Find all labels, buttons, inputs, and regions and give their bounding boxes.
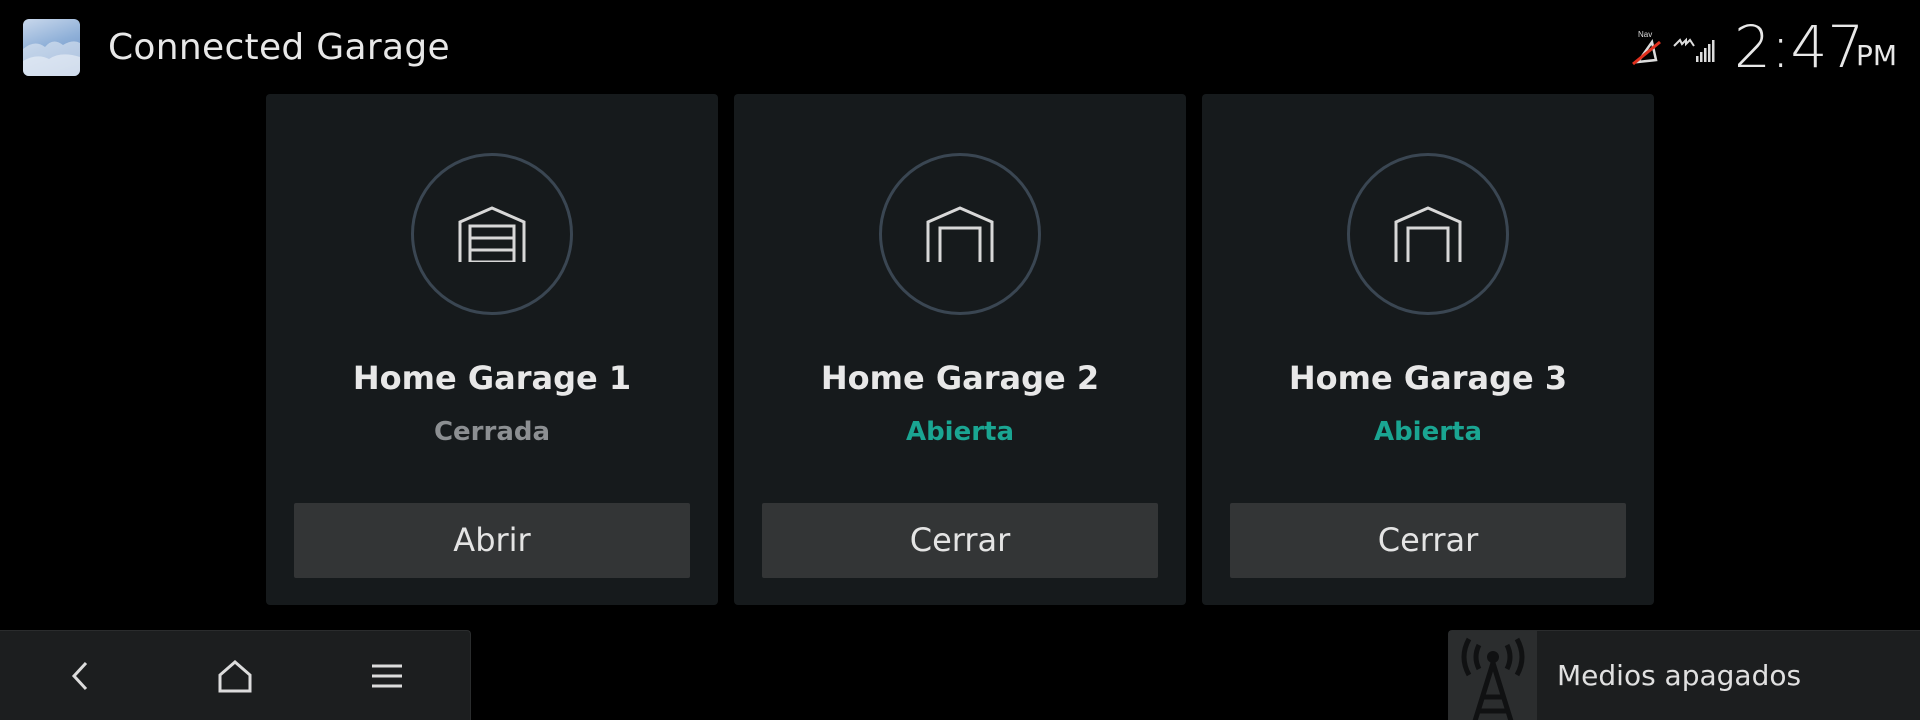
garage-status: Cerrada <box>433 417 551 447</box>
app-title: Connected Garage <box>108 27 450 68</box>
garage-card-2: Home Garage 2 Abierta Cerrar <box>734 94 1186 605</box>
open-garage-button[interactable]: Abrir <box>294 503 690 578</box>
radio-tower-icon <box>1449 631 1537 720</box>
garage-open-icon <box>1347 153 1509 315</box>
clock-ampm: PM <box>1856 39 1898 72</box>
media-status-label: Medios apagados <box>1557 659 1802 692</box>
garage-name: Home Garage 2 <box>820 359 1100 397</box>
garage-card-3: Home Garage 3 Abierta Cerrar <box>1202 94 1654 605</box>
home-button[interactable] <box>205 651 265 701</box>
close-garage-button[interactable]: Cerrar <box>1230 503 1626 578</box>
garage-status: Abierta <box>905 417 1015 447</box>
menu-icon <box>372 664 402 688</box>
close-garage-button[interactable]: Cerrar <box>762 503 1158 578</box>
garage-status: Abierta <box>1373 417 1483 447</box>
garage-name: Home Garage 1 <box>352 359 632 397</box>
back-button[interactable] <box>50 651 110 701</box>
garage-card-1: Home Garage 1 Cerrada Abrir <box>266 94 718 605</box>
screen: Connected Garage Nav 2:47 PM Home Garage… <box>0 0 1920 720</box>
connected-garage-app-icon[interactable] <box>23 19 80 76</box>
garage-closed-icon <box>411 153 573 315</box>
back-icon <box>71 661 88 691</box>
nav-status-label: Nav <box>1638 30 1652 39</box>
bottom-nav <box>0 630 471 720</box>
garage-name: Home Garage 3 <box>1288 359 1568 397</box>
garage-open-icon <box>879 153 1041 315</box>
home-icon <box>218 660 252 693</box>
nav-off-icon: Nav <box>1630 30 1664 66</box>
media-widget[interactable]: Medios apagados <box>1448 630 1920 720</box>
menu-button[interactable] <box>357 651 417 701</box>
brand-signal-icon <box>1672 36 1716 64</box>
clock-time: 2:47 <box>1734 13 1865 81</box>
